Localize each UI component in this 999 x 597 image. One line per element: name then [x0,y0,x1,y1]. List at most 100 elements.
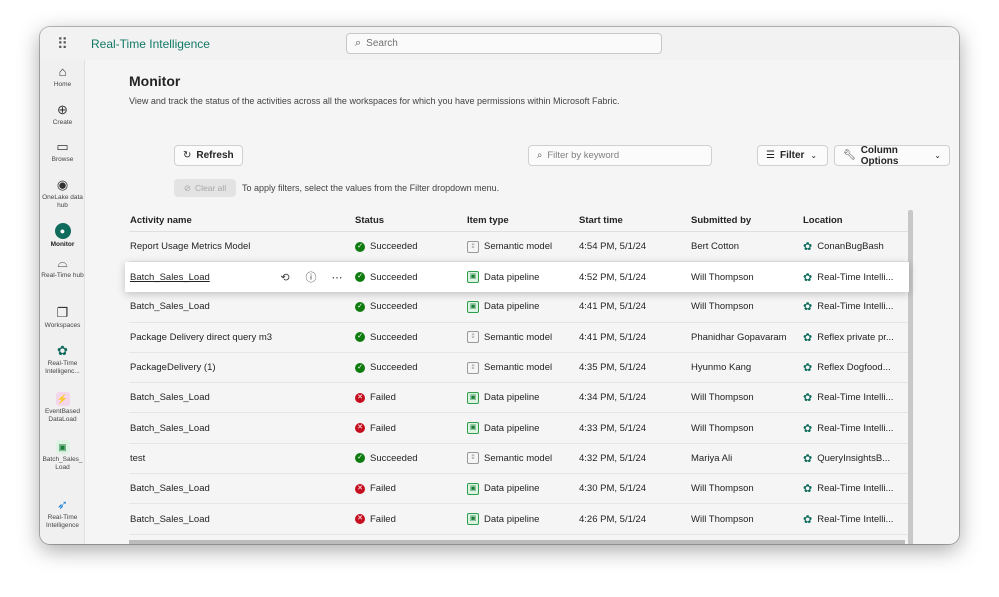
location-cell[interactable]: ✿ Real-Time Intelli... [803,300,909,313]
table-row[interactable]: Batch_Sales_Load ⟲ ⓘ ⋯ ✓ Succeeded ▣ Data pipel… [125,262,909,293]
left-nav-rail: ⌂ Home ⊕ Create ▭ Browse ◉ OneLake data hub ● Mon… [40,60,85,544]
refresh-button[interactable]: ↻ Refresh [174,145,243,166]
status-text: Failed [370,483,396,495]
start-time-cell: 4:33 PM, 5/1/24 [579,422,647,434]
page-description: View and track the status of the activit… [129,96,620,106]
rail-item-monitor[interactable]: ● Monitor [40,223,85,249]
activity-name-cell[interactable]: PackageDelivery (1) [129,362,355,373]
activity-name-link[interactable]: Batch_Sales_Load [130,272,272,283]
location-cell[interactable]: ✿ QueryInsightsB... [803,452,909,465]
failed-status-icon: ✕ [355,423,365,434]
location-cell[interactable]: ✿ Real-Time Intelli... [803,271,909,284]
success-status-icon: ✓ [355,332,365,343]
status-cell: ✓ Succeeded [355,272,467,283]
item-type-text: Data pipeline [484,301,540,313]
rail-item-home[interactable]: ⌂ Home [40,65,85,89]
column-header-start-time[interactable]: Start time [579,215,691,226]
pipeline-icon: ▣ [55,440,70,454]
data-pipeline-icon: ▣ [467,391,479,404]
activity-name-cell[interactable]: Batch_Sales_Load [129,392,355,403]
rail-item-eventbased-dataload[interactable]: ⚡ EventBased DataLoad [40,392,85,424]
app-title[interactable]: Real-Time Intelligence [91,37,210,51]
rail-item-batch-sales-load[interactable]: ▣ Batch_Sales_ Load [40,440,85,472]
location-text: QueryInsightsB... [817,452,891,464]
start-time-cell: 4:35 PM, 5/1/24 [579,362,647,374]
location-cell[interactable]: ✿ Real-Time Intelli... [803,513,909,526]
rail-item-real-time-hub[interactable]: ⌓ Real-Time hub [40,256,85,280]
table-row[interactable]: Batch_Sales_Load ✓ Succeeded ▣ Data pipeline… [129,292,909,323]
location-cell[interactable]: ✿ Reflex Dogfood... [803,361,909,374]
table-row[interactable]: Batch_Sales_Load ✕ Failed ▣ Data pipeline 4:3… [129,383,909,414]
activity-name-cell[interactable]: Batch_Sales_Load [129,483,355,494]
table-row[interactable]: Batch_Sales_Load ✕ Failed ▣ Data pipeline 4:2… [129,504,909,535]
column-header-item-type[interactable]: Item type [467,215,579,226]
location-text: Real-Time Intelli... [817,513,894,525]
horizontal-scrollbar[interactable] [129,540,905,544]
activity-name-cell[interactable]: Batch_Sales_Load [129,301,355,312]
submitted-by-cell: Bert Cotton [691,241,740,253]
data-pipeline-icon: ▣ [467,513,479,526]
activity-name-cell[interactable]: Batch_Sales_Load [129,423,355,434]
column-options-button[interactable]: 🔧︎ Column Options ⌄ [834,145,950,167]
table-row[interactable]: Batch_Sales_Load ✕ Failed ▣ Data pipeline 4:3… [129,474,909,505]
clear-all-button[interactable]: ⊘ Clear all [174,179,236,197]
table-row[interactable]: Report Usage Metrics Model ✓ Succeeded ⁞⁞ Se… [129,232,909,263]
app-launcher-icon[interactable]: ⠿ [40,35,84,53]
column-header-status[interactable]: Status [355,215,467,226]
submitted-by-cell: Will Thompson [691,483,754,495]
column-header-activity-name[interactable]: Activity name [129,215,355,226]
info-icon[interactable]: ⓘ [298,269,324,285]
rail-label: Workspaces [44,322,81,329]
rail-item-workspaces[interactable]: ❐ Workspaces [40,306,85,330]
table-row[interactable]: PackageDelivery (1) ✓ Succeeded ⁞⁞ Semantic … [129,353,909,384]
clear-all-label: Clear all [194,183,227,193]
activity-name-cell[interactable]: Batch_Sales_Load ⟲ ⓘ ⋯ [129,269,355,285]
submitted-by-cell: Phanidhar Gopavaram [691,331,787,343]
chevron-down-icon: ⌄ [810,151,818,160]
status-cell: ✕ Failed [355,483,467,494]
start-time-cell: 4:41 PM, 5/1/24 [579,331,647,343]
table-row[interactable]: test ✓ Succeeded ⁞⁞ Semantic model 4:32 PM, 5… [129,444,909,475]
global-search-input[interactable]: ⌕ Search [346,33,662,54]
filter-keyword-input[interactable]: ⌕ Filter by keyword [528,145,712,166]
workspace-icon: ✿ [803,241,813,254]
column-header-location[interactable]: Location [803,215,909,226]
submitted-by-cell: Will Thompson [691,422,754,434]
wrench-icon: 🔧︎ [843,150,856,161]
activity-name-cell[interactable]: Batch_Sales_Load [129,514,355,525]
rail-item-real-time-intelligence[interactable]: ➶ Real-Time Intelligence [40,498,85,530]
location-cell[interactable]: ✿ ConanBugBash [803,240,909,253]
activity-name-cell[interactable]: Package Delivery direct query m3 [129,332,355,343]
table-row[interactable]: Package Delivery direct query m3 ✓ Succeed… [129,323,909,353]
filter-button[interactable]: ☰ Filter ⌄ [757,145,828,166]
location-cell[interactable]: ✿ Real-Time Intelli... [803,391,909,404]
refresh-label: Refresh [196,150,234,161]
item-type-cell: ⁞⁞ Semantic model [467,240,579,253]
location-cell[interactable]: ✿ Reflex private pr... [803,331,909,344]
rail-item-onelake-data-hub[interactable]: ◉ OneLake data hub [40,178,85,210]
status-text: Succeeded [370,301,418,313]
start-time-cell: 4:41 PM, 5/1/24 [579,301,647,313]
success-status-icon: ✓ [355,272,365,283]
status-text: Failed [370,422,396,434]
rail-item-browse[interactable]: ▭ Browse [40,140,85,164]
table-header: Activity name Status Item type Start time Su… [129,210,909,232]
location-cell[interactable]: ✿ Real-Time Intelli... [803,422,909,435]
more-options-icon[interactable]: ⋯ [324,271,350,284]
location-cell[interactable]: ✿ Real-Time Intelli... [803,482,909,495]
rail-item-create[interactable]: ⊕ Create [40,103,85,127]
column-header-submitted-by[interactable]: Submitted by [691,215,803,226]
item-type-cell: ▣ Data pipeline [467,391,579,404]
table-row[interactable]: Batch_Sales_Load ✕ Failed ▣ Data pipeline 4:3… [129,413,909,444]
vertical-scrollbar[interactable] [908,210,913,544]
status-cell: ✕ Failed [355,392,467,403]
rail-label: Create [52,119,73,126]
activity-name-cell[interactable]: test [129,453,355,464]
rerun-icon[interactable]: ⟲ [272,271,298,284]
location-text: Real-Time Intelli... [817,271,894,283]
folder-icon: ▭ [56,139,69,154]
rail-item-real-time-intelligenc[interactable]: ✿ Real-Time Intelligenc... [40,344,85,376]
status-cell: ✕ Failed [355,423,467,434]
rti-workspace-icon: ✿ [57,343,68,358]
activity-name-cell[interactable]: Report Usage Metrics Model [129,241,355,252]
